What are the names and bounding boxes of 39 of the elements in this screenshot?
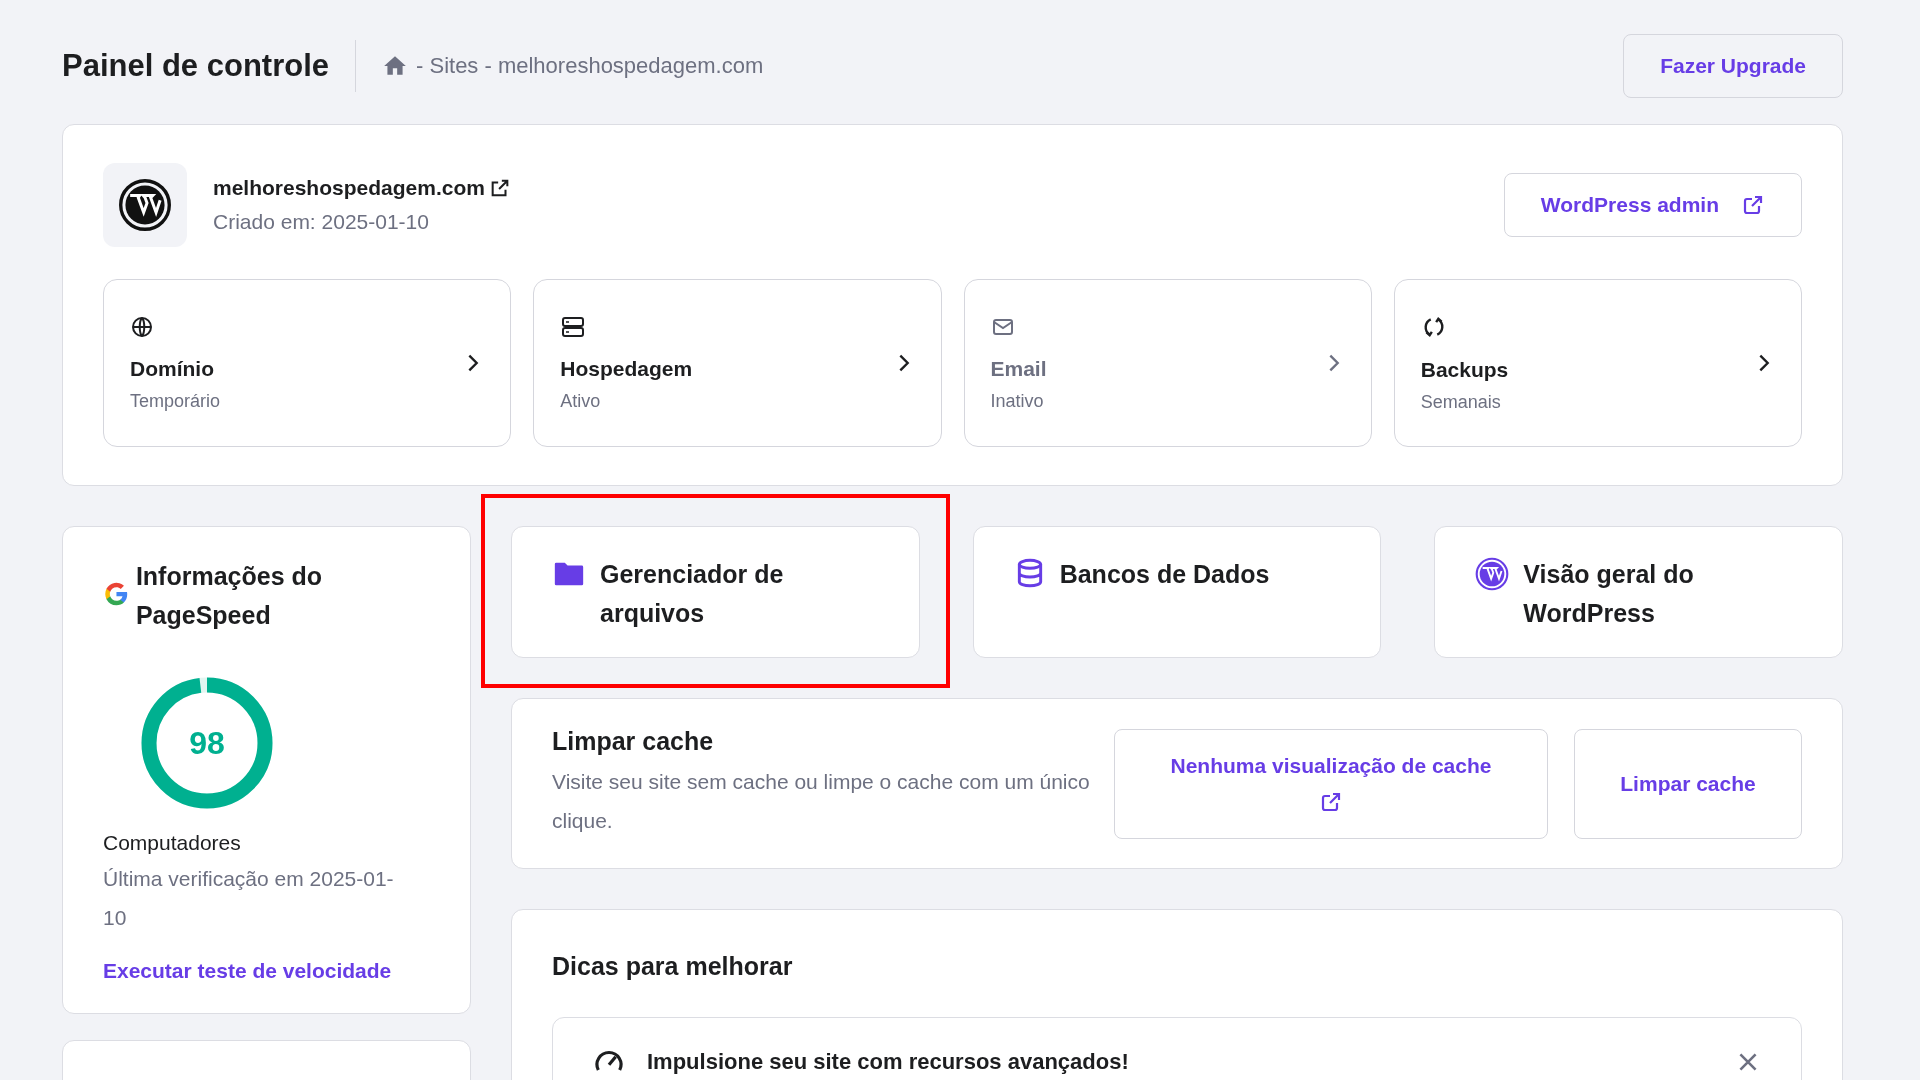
last-check-text: Última verificação em 2025-01-10: [103, 866, 395, 931]
tool-title: Bancos de Dados: [1059, 559, 1270, 590]
created-date: Criado em: 2025-01-10: [213, 210, 430, 234]
service-title: Hospedagem: [560, 356, 693, 381]
wordpress-admin-button[interactable]: WordPress admin: [1503, 173, 1802, 237]
service-title: Backups: [1420, 357, 1509, 382]
service-status: Temporário: [130, 390, 221, 412]
tip-text: Impulsione seu site com recursos avançados!: [647, 1049, 1130, 1075]
tool-card[interactable]: Bancos de Dados: [972, 526, 1382, 658]
wordpress-logo-icon: [1475, 557, 1510, 591]
tool-card[interactable]: Visão geral do WordPress: [1434, 526, 1843, 658]
pagespeed-title: Informações do PageSpeed: [135, 561, 324, 631]
service-card[interactable]: Hospedagem Ativo: [533, 279, 942, 447]
globe-icon: [130, 314, 154, 339]
page-title: Painel de controle: [62, 48, 329, 84]
cache-description: Visite seu site sem cache ou limpe o cache com um único clique.: [552, 769, 1091, 834]
tool-title: Gerenciador de arquivos: [600, 559, 785, 629]
breadcrumb[interactable]: - Sites - melhoreshospedagem.com: [416, 53, 764, 79]
upgrade-button[interactable]: Fazer Upgrade: [1623, 34, 1843, 98]
service-title: Email: [990, 356, 1047, 381]
external-link-icon: [1741, 193, 1765, 217]
clear-cache-button[interactable]: Limpar cache: [1574, 728, 1802, 839]
speed-test-link[interactable]: Executar teste de velocidade: [103, 959, 430, 983]
cache-preview-button[interactable]: Nenhuma visualização de cache: [1114, 728, 1548, 839]
server-icon: [560, 314, 587, 339]
service-status: Ativo: [560, 390, 601, 412]
cache-title: Limpar cache: [552, 727, 715, 756]
site-domain-link[interactable]: melhoreshospedagem.com: [213, 176, 485, 200]
service-card[interactable]: Backups Semanais: [1393, 279, 1802, 447]
service-card[interactable]: Domínio Temporário: [103, 279, 512, 447]
wordpress-logo-icon: [103, 163, 187, 247]
tool-card[interactable]: Gerenciador de arquivos: [511, 526, 920, 658]
tool-title: Visão geral do WordPress: [1523, 559, 1695, 629]
score-value: 98: [189, 724, 225, 762]
service-title: Domínio: [130, 356, 214, 381]
service-status: Semanais: [1420, 391, 1501, 413]
service-status: Inativo: [990, 390, 1044, 412]
device-label: Computadores: [103, 831, 242, 855]
tips-title: Dicas para melhorar: [552, 952, 794, 981]
